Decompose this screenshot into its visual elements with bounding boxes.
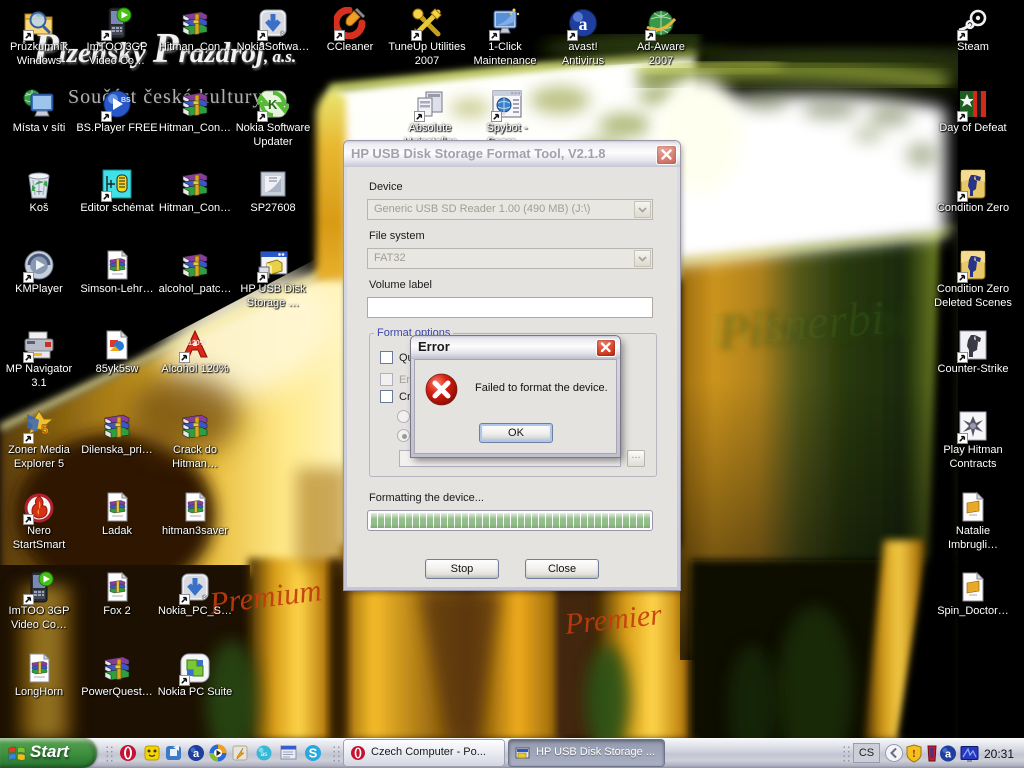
svg-text:a: a	[193, 748, 200, 760]
svg-text:!: !	[912, 748, 916, 760]
svg-text:a: a	[945, 749, 952, 761]
svg-text:S: S	[309, 746, 318, 761]
svg-text:as: as	[261, 751, 269, 758]
